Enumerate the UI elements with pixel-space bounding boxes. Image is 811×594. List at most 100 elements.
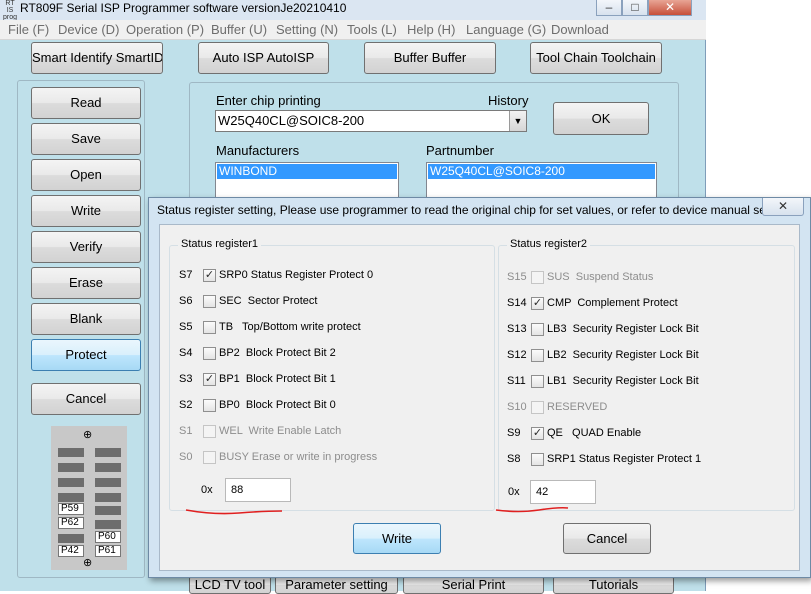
- status-register2-title: Status register2: [507, 238, 591, 250]
- register-bit-label: RESERVED: [547, 401, 608, 413]
- register-bit-id: S3: [179, 373, 193, 385]
- dialog-close-button[interactable]: ✕: [762, 198, 804, 216]
- register-bit-id: S7: [179, 269, 193, 281]
- socket-pin: [58, 463, 84, 472]
- pin-label-p62: P62: [58, 517, 84, 529]
- register-bit-id: S12: [507, 349, 527, 361]
- register-bit-checkbox[interactable]: [203, 321, 216, 334]
- tab-tutorials[interactable]: Tutorials: [553, 576, 674, 594]
- register-row-s11: S11 LB1 Security Register Lock Bit: [507, 374, 807, 390]
- menu-operation[interactable]: Operation (P): [126, 22, 204, 37]
- protect-button[interactable]: Protect: [31, 339, 141, 371]
- smart-identify-button[interactable]: Smart Identify SmartID: [31, 42, 163, 74]
- menu-bar: File (F) Device (D) Operation (P) Buffer…: [0, 20, 706, 40]
- register-row-s13: S13 LB3 Security Register Lock Bit: [507, 322, 807, 338]
- register-bit-label: TB Top/Bottom write protect: [219, 321, 361, 333]
- maximize-button[interactable]: □: [622, 0, 648, 16]
- register-bit-label: SRP1 Status Register Protect 1: [547, 453, 702, 465]
- register-row-s10: S10 RESERVED: [507, 400, 807, 416]
- register-bit-id: S6: [179, 295, 193, 307]
- menu-language[interactable]: Language (G): [466, 22, 546, 37]
- socket-top-mark: ⊕: [83, 429, 93, 441]
- register-bit-label: BUSY Erase or write in progress: [219, 451, 378, 463]
- verify-button[interactable]: Verify: [31, 231, 141, 263]
- list-item[interactable]: WINBOND: [217, 164, 397, 179]
- chip-printing-input[interactable]: W25Q40CL@SOIC8-200: [215, 110, 527, 132]
- save-button[interactable]: Save: [31, 123, 141, 155]
- register-bit-label: SRP0 Status Register Protect 0: [219, 269, 374, 281]
- register2-hex-prefix: 0x: [508, 486, 520, 498]
- tab-parameter-setting[interactable]: Parameter setting: [275, 576, 398, 594]
- history-label[interactable]: History: [488, 93, 528, 108]
- register-bit-checkbox[interactable]: ✓: [203, 373, 216, 386]
- register-bit-checkbox[interactable]: ✓: [531, 427, 544, 440]
- register-bit-checkbox[interactable]: ✓: [531, 297, 544, 310]
- register-bit-checkbox[interactable]: [531, 375, 544, 388]
- chip-history-dropdown[interactable]: ▼: [509, 111, 526, 131]
- register-bit-checkbox[interactable]: [531, 349, 544, 362]
- register-bit-checkbox[interactable]: ✓: [203, 269, 216, 282]
- menu-device[interactable]: Device (D): [58, 22, 119, 37]
- pin-label-p61: P61: [95, 545, 121, 557]
- auto-isp-button[interactable]: Auto ISP AutoISP: [198, 42, 329, 74]
- register-row-s6: S6 SEC Sector Protect: [179, 294, 479, 310]
- dialog-body: Status register1 0x 88 Status register2 …: [159, 224, 800, 571]
- dialog-cancel-button[interactable]: Cancel: [563, 523, 651, 554]
- register-bit-checkbox: [531, 401, 544, 414]
- minimize-button[interactable]: –: [596, 0, 622, 16]
- register-bit-checkbox[interactable]: [203, 295, 216, 308]
- register-bit-label: BP2 Block Protect Bit 2: [219, 347, 336, 359]
- register-bit-label: LB2 Security Register Lock Bit: [547, 349, 699, 361]
- socket-bottom-mark: ⊕: [83, 557, 93, 569]
- blank-button[interactable]: Blank: [31, 303, 141, 335]
- register-bit-label: WEL Write Enable Latch: [219, 425, 342, 437]
- socket-pin: [58, 448, 84, 457]
- register-bit-label: BP1 Block Protect Bit 1: [219, 373, 336, 385]
- register-row-s2: S2 BP0 Block Protect Bit 0: [179, 398, 479, 414]
- menu-buffer[interactable]: Buffer (U): [211, 22, 267, 37]
- menu-download[interactable]: Download: [551, 22, 609, 37]
- register-bit-id: S4: [179, 347, 193, 359]
- checkmark-icon: ✓: [532, 427, 543, 439]
- list-item[interactable]: W25Q40CL@SOIC8-200: [428, 164, 655, 179]
- dialog-write-button[interactable]: Write: [353, 523, 441, 554]
- dialog-title: Status register setting, Please use prog…: [157, 203, 776, 217]
- register-bit-id: S1: [179, 425, 193, 437]
- partnumber-list[interactable]: W25Q40CL@SOIC8-200: [426, 162, 657, 198]
- socket-pin: [95, 448, 121, 457]
- buffer-button[interactable]: Buffer Buffer: [364, 42, 496, 74]
- socket-pin: [58, 478, 84, 487]
- register-bit-checkbox[interactable]: [531, 323, 544, 336]
- register-row-s3: S3 ✓ BP1 Block Protect Bit 1: [179, 372, 479, 388]
- erase-button[interactable]: Erase: [31, 267, 141, 299]
- close-window-button[interactable]: ✕: [648, 0, 692, 16]
- read-button[interactable]: Read: [31, 87, 141, 119]
- manufacturers-list[interactable]: WINBOND: [215, 162, 399, 198]
- menu-help[interactable]: Help (H): [407, 22, 455, 37]
- menu-tools[interactable]: Tools (L): [347, 22, 397, 37]
- register-bit-checkbox[interactable]: [203, 347, 216, 360]
- title-bar: RT IS prog RT809F Serial ISP Programmer …: [0, 0, 706, 21]
- cancel-side-button[interactable]: Cancel: [31, 383, 141, 415]
- open-button[interactable]: Open: [31, 159, 141, 191]
- tab-serial-print[interactable]: Serial Print: [403, 576, 544, 594]
- register1-underline-annotation: [185, 509, 283, 515]
- register-bit-checkbox[interactable]: [203, 399, 216, 412]
- register-bit-label: SUS Suspend Status: [547, 271, 654, 283]
- tab-lcd-tv-tool[interactable]: LCD TV tool: [189, 576, 271, 594]
- pin-label-p59: P59: [58, 503, 84, 515]
- enter-chip-label: Enter chip printing: [216, 93, 321, 108]
- register-bit-label: LB1 Security Register Lock Bit: [547, 375, 699, 387]
- tool-chain-button[interactable]: Tool Chain Toolchain: [530, 42, 662, 74]
- menu-setting[interactable]: Setting (N): [276, 22, 338, 37]
- register-bit-checkbox[interactable]: [531, 453, 544, 466]
- register-bit-id: S0: [179, 451, 193, 463]
- pin-label-p60: P60: [95, 531, 121, 543]
- register1-hex-input[interactable]: 88: [225, 478, 291, 502]
- window-title: RT809F Serial ISP Programmer software ve…: [20, 1, 347, 15]
- ok-button[interactable]: OK: [553, 102, 649, 135]
- register2-hex-input[interactable]: 42: [530, 480, 596, 504]
- write-button[interactable]: Write: [31, 195, 141, 227]
- menu-file[interactable]: File (F): [8, 22, 49, 37]
- register-row-s8: S8 SRP1 Status Register Protect 1: [507, 452, 807, 468]
